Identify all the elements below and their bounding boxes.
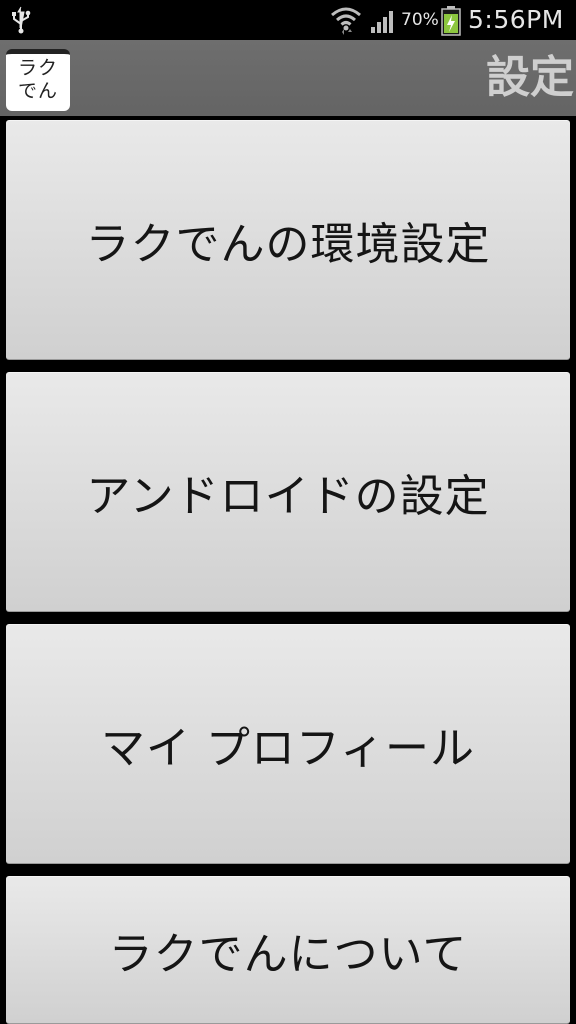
my-profile-button[interactable]: マイ プロフィール <box>6 624 570 864</box>
battery-percent: 70% <box>401 10 439 30</box>
about-app-label: ラクでんについて <box>108 929 468 980</box>
signal-icon <box>371 11 393 33</box>
usb-icon <box>12 6 31 34</box>
wifi-icon <box>331 7 361 35</box>
app-icon-label: ラクでん <box>17 57 58 102</box>
android-settings-label: アンドロイドの設定 <box>86 471 490 522</box>
about-app-button[interactable]: ラクでんについて <box>6 876 570 1024</box>
clock: 5:56PM <box>468 5 564 34</box>
page-title: 設定 <box>486 52 574 103</box>
battery-charging-icon <box>441 6 461 36</box>
app-preferences-label: ラクでんの環境設定 <box>85 219 491 270</box>
status-bar: 70% 5:56PM <box>0 0 576 40</box>
action-bar: ラクでん 設定 <box>0 40 576 116</box>
settings-screen: 70% 5:56PM ラクでん 設定 ラクでんの環境設定 アンドロイドの設定 マ… <box>0 0 576 1024</box>
android-settings-button[interactable]: アンドロイドの設定 <box>6 372 570 612</box>
app-preferences-button[interactable]: ラクでんの環境設定 <box>6 120 570 360</box>
my-profile-label: マイ プロフィール <box>100 723 476 774</box>
app-icon[interactable]: ラクでん <box>6 49 70 111</box>
